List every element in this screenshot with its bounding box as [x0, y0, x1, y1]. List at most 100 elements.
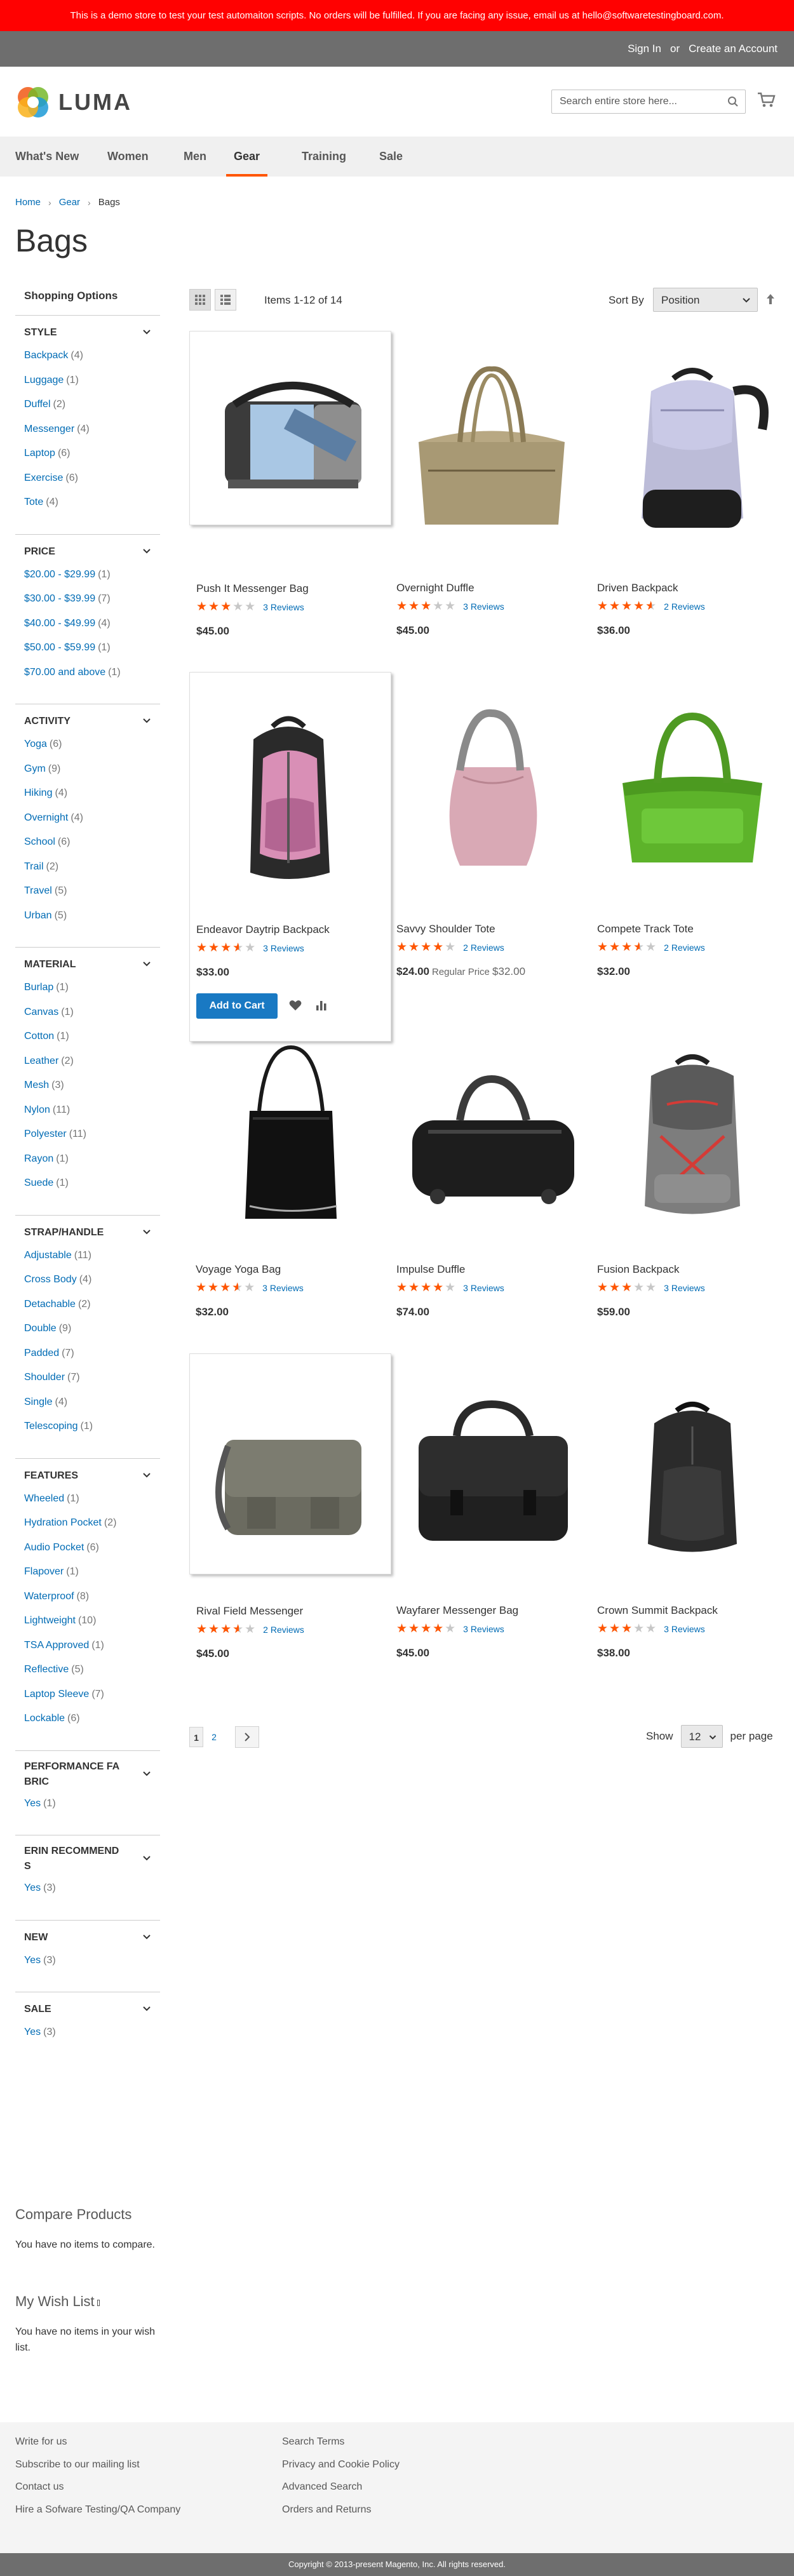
filter-option-lightweight[interactable]: Lightweight (10) — [24, 1615, 160, 1640]
filter-option-waterproof[interactable]: Waterproof (8) — [24, 1591, 160, 1616]
filter-option-20-00-29-99[interactable]: $20.00 - $29.99 (1) — [24, 569, 160, 594]
filter-title[interactable]: Erin Recommend s — [15, 1835, 160, 1882]
breadcrumb-home[interactable]: Home — [15, 197, 41, 208]
filter-option-30-00-39-99[interactable]: $30.00 - $39.99 (7) — [24, 593, 160, 618]
filter-option-tsa-approved[interactable]: TSA Approved (1) — [24, 1640, 160, 1665]
filter-option-suede[interactable]: Suede (1) — [24, 1177, 160, 1202]
filter-option-70-00-and-above[interactable]: $70.00 and above (1) — [24, 667, 160, 692]
product-item-overnight-duffle[interactable]: Overnight Duffle ★★★★★★★★★★ 3 Reviews $45.0… — [390, 331, 592, 636]
product-reviews-link[interactable]: 2 Reviews — [664, 943, 705, 953]
filter-option-audio-pocket[interactable]: Audio Pocket (6) — [24, 1542, 160, 1567]
filter-option-rayon[interactable]: Rayon (1) — [24, 1153, 160, 1178]
filter-option-urban[interactable]: Urban (5) — [24, 910, 160, 935]
grid-view-icon[interactable] — [189, 289, 211, 311]
product-image[interactable] — [190, 673, 380, 908]
filter-option-yes[interactable]: Yes (3) — [24, 1955, 160, 1980]
filter-option-trail[interactable]: Trail (2) — [24, 861, 160, 886]
filter-option-lockable[interactable]: Lockable (6) — [24, 1713, 160, 1738]
cart-icon[interactable] — [757, 92, 776, 111]
logo[interactable]: LUMA — [15, 84, 132, 120]
product-image[interactable] — [591, 1012, 781, 1247]
filter-option-travel[interactable]: Travel (5) — [24, 885, 160, 910]
product-reviews-link[interactable]: 3 Reviews — [463, 601, 504, 612]
product-image[interactable] — [190, 332, 380, 567]
filter-option-reflective[interactable]: Reflective (5) — [24, 1664, 160, 1689]
nav-men[interactable]: Men — [184, 137, 206, 177]
filter-option-hiking[interactable]: Hiking (4) — [24, 788, 160, 812]
product-name-link[interactable]: Rival Field Messenger — [196, 1605, 303, 1618]
filter-option-single[interactable]: Single (4) — [24, 1397, 160, 1421]
product-item-voyage-yoga-bag[interactable]: Voyage Yoga Bag ★★★★★★★★★★ 3 Reviews $32.00 — [189, 1012, 391, 1318]
nav-training[interactable]: Training — [302, 137, 346, 177]
filter-option-nylon[interactable]: Nylon (11) — [24, 1104, 160, 1129]
filter-option-gym[interactable]: Gym (9) — [24, 763, 160, 788]
filter-option-yes[interactable]: Yes (1) — [24, 1798, 160, 1823]
product-item-fusion-backpack[interactable]: Fusion Backpack ★★★★★★★★★★ 3 Reviews $59.00 — [591, 1012, 793, 1318]
filter-option-yes[interactable]: Yes (3) — [24, 2027, 160, 2051]
product-image[interactable] — [591, 1353, 781, 1588]
filter-option-tote[interactable]: Tote (4) — [24, 497, 160, 521]
filter-title[interactable]: New — [15, 1921, 160, 1955]
product-reviews-link[interactable]: 2 Reviews — [664, 601, 705, 612]
heart-icon[interactable] — [289, 1000, 302, 1013]
filter-option-duffel[interactable]: Duffel (2) — [24, 399, 160, 424]
filter-option-wheeled[interactable]: Wheeled (1) — [24, 1493, 160, 1518]
footer-link-hire[interactable]: Hire a Sofware Testing/QA Company — [15, 2504, 180, 2527]
product-name-link[interactable]: Voyage Yoga Bag — [196, 1263, 281, 1276]
filter-option-leather[interactable]: Leather (2) — [24, 1056, 160, 1080]
filter-option-telescoping[interactable]: Telescoping (1) — [24, 1421, 160, 1446]
product-name-link[interactable]: Endeavor Daytrip Backpack — [196, 923, 330, 936]
product-name-link[interactable]: Wayfarer Messenger Bag — [396, 1604, 518, 1617]
filter-title[interactable]: Activity — [15, 704, 160, 739]
filter-option-50-00-59-99[interactable]: $50.00 - $59.99 (1) — [24, 642, 160, 667]
product-reviews-link[interactable]: 3 Reviews — [463, 1283, 504, 1293]
product-reviews-link[interactable]: 3 Reviews — [263, 943, 304, 953]
nav-gear[interactable]: Gear — [226, 137, 268, 177]
footer-link-search-terms[interactable]: Search Terms — [282, 2436, 400, 2459]
filter-title[interactable]: Sale — [15, 1992, 160, 2027]
filter-title[interactable]: Features — [15, 1459, 160, 1493]
filter-option-padded[interactable]: Padded (7) — [24, 1348, 160, 1372]
product-reviews-link[interactable]: 3 Reviews — [664, 1624, 705, 1634]
product-item-crown-summit-backpack[interactable]: Crown Summit Backpack ★★★★★★★★★★ 3 Reviews… — [591, 1353, 793, 1659]
filter-option-adjustable[interactable]: Adjustable (11) — [24, 1250, 160, 1275]
product-name-link[interactable]: Impulse Duffle — [396, 1263, 465, 1276]
product-item-rival-field-messenger[interactable]: Rival Field Messenger ★★★★★★★★★★ 2 Reviews… — [189, 1353, 391, 1660]
filter-option-messenger[interactable]: Messenger (4) — [24, 424, 160, 448]
filter-option-backpack[interactable]: Backpack (4) — [24, 350, 160, 375]
footer-link-write-for-us[interactable]: Write for us — [15, 2436, 180, 2459]
filter-title[interactable]: Material — [15, 948, 160, 982]
footer-link-subscribe[interactable]: Subscribe to our mailing list — [15, 2459, 180, 2482]
list-view-icon[interactable] — [215, 289, 236, 311]
search-icon[interactable] — [727, 96, 739, 109]
product-image[interactable] — [390, 1012, 581, 1247]
product-name-link[interactable]: Driven Backpack — [597, 582, 678, 594]
product-reviews-link[interactable]: 2 Reviews — [463, 943, 504, 953]
filter-option-exercise[interactable]: Exercise (6) — [24, 473, 160, 497]
footer-link-orders-returns[interactable]: Orders and Returns — [282, 2504, 400, 2527]
filter-option-yes[interactable]: Yes (3) — [24, 1882, 160, 1907]
product-reviews-link[interactable]: 3 Reviews — [463, 1624, 504, 1634]
product-image[interactable] — [189, 1012, 380, 1247]
filter-option-luggage[interactable]: Luggage (1) — [24, 375, 160, 399]
product-reviews-link[interactable]: 2 Reviews — [263, 1625, 304, 1635]
product-image[interactable] — [390, 1353, 581, 1588]
product-item-savvy-shoulder-tote[interactable]: Savvy Shoulder Tote ★★★★★★★★★★ 2 Reviews $2… — [390, 672, 592, 977]
product-item-endeavor-daytrip-backpack[interactable]: Endeavor Daytrip Backpack ★★★★★★★★★★ 3 Rev… — [189, 672, 391, 1042]
product-name-link[interactable]: Compete Track Tote — [597, 923, 694, 936]
footer-link-advanced-search[interactable]: Advanced Search — [282, 2481, 400, 2504]
filter-option-laptop-sleeve[interactable]: Laptop Sleeve (7) — [24, 1689, 160, 1714]
product-name-link[interactable]: Savvy Shoulder Tote — [396, 923, 495, 936]
filter-option-cross-body[interactable]: Cross Body (4) — [24, 1274, 160, 1299]
filter-option-shoulder[interactable]: Shoulder (7) — [24, 1372, 160, 1397]
product-reviews-link[interactable]: 3 Reviews — [263, 602, 304, 612]
filter-option-cotton[interactable]: Cotton (1) — [24, 1031, 160, 1056]
nav-sale[interactable]: Sale — [379, 137, 403, 177]
product-reviews-link[interactable]: 3 Reviews — [262, 1283, 304, 1293]
compare-icon[interactable] — [316, 1000, 327, 1013]
sort-by-select[interactable]: Position — [653, 288, 758, 312]
filter-option-canvas[interactable]: Canvas (1) — [24, 1007, 160, 1031]
limiter-select[interactable]: 12 — [680, 1725, 723, 1748]
product-name-link[interactable]: Fusion Backpack — [597, 1263, 679, 1276]
footer-link-contact[interactable]: Contact us — [15, 2481, 180, 2504]
